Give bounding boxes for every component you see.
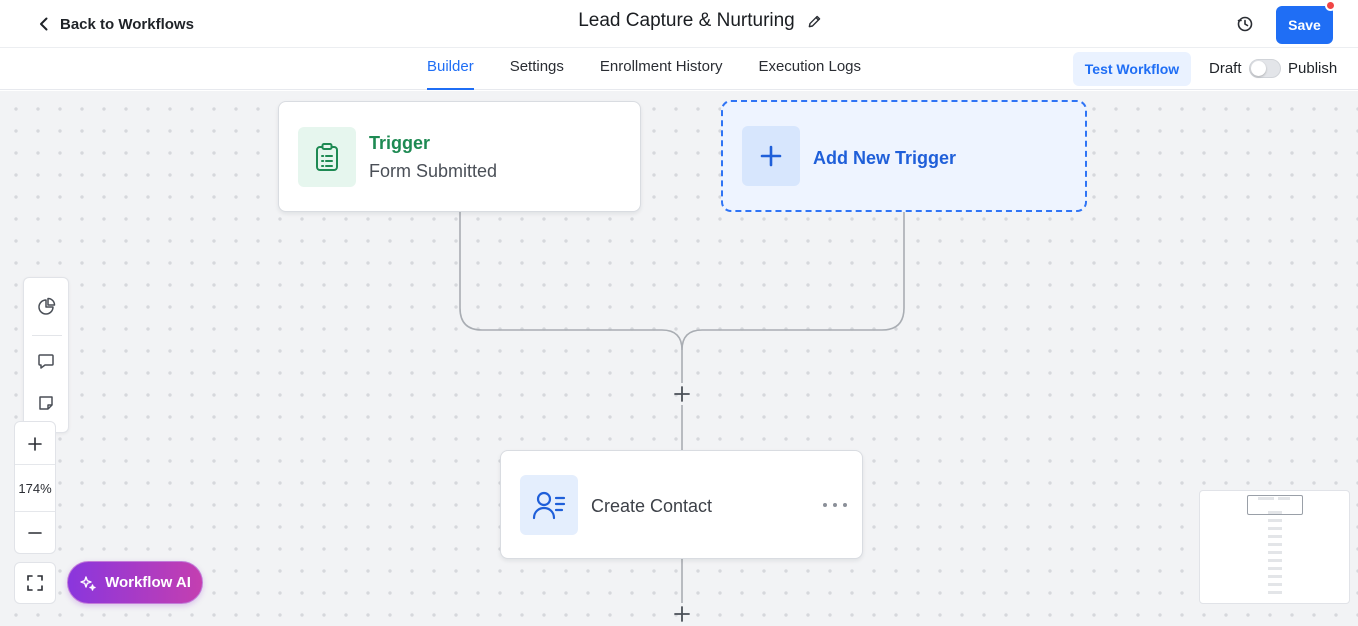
minimap-node bbox=[1268, 575, 1282, 578]
fit-to-screen-button[interactable] bbox=[14, 562, 56, 604]
create-contact-node[interactable]: Create Contact bbox=[500, 450, 863, 559]
zoom-level: 174% bbox=[15, 464, 55, 512]
action-label: Create Contact bbox=[591, 496, 713, 516]
trigger-event: Form Submitted bbox=[369, 161, 498, 181]
expand-icon bbox=[27, 575, 43, 591]
publish-label: Publish bbox=[1288, 60, 1338, 77]
minimap-node bbox=[1278, 497, 1290, 500]
toggle-knob bbox=[1251, 61, 1266, 76]
minimap-node bbox=[1268, 567, 1282, 570]
add-new-trigger-label: Add New Trigger bbox=[813, 148, 957, 168]
clipboard-icon bbox=[298, 127, 356, 187]
back-label: Back to Workflows bbox=[60, 15, 194, 33]
workflow-ai-label: Workflow AI bbox=[105, 574, 191, 591]
test-workflow-button[interactable]: Test Workflow bbox=[1073, 52, 1191, 86]
canvas-tools-panel bbox=[23, 277, 69, 433]
minimap-node bbox=[1268, 535, 1282, 538]
back-to-workflows-link[interactable]: Back to Workflows bbox=[36, 13, 194, 35]
comment-icon[interactable] bbox=[35, 350, 57, 372]
tab-enrollment-history[interactable]: Enrollment History bbox=[600, 48, 723, 90]
save-button[interactable]: Save bbox=[1276, 0, 1336, 44]
minimap-node bbox=[1268, 583, 1282, 586]
zoom-in-button[interactable] bbox=[15, 424, 55, 464]
add-step-plus-icon-bottom[interactable] bbox=[671, 603, 693, 625]
trigger-title: Trigger bbox=[369, 133, 431, 153]
minimap-node bbox=[1258, 497, 1274, 500]
tab-execution-logs[interactable]: Execution Logs bbox=[758, 48, 861, 90]
pie-chart-icon[interactable] bbox=[35, 296, 57, 318]
minimap-node bbox=[1268, 511, 1282, 514]
tab-bar: Builder Settings Enrollment History Exec… bbox=[0, 48, 1358, 90]
add-step-plus-icon[interactable] bbox=[671, 383, 693, 405]
unsaved-changes-dot bbox=[1325, 0, 1336, 11]
sticky-note-icon[interactable] bbox=[35, 392, 57, 414]
plus-icon bbox=[742, 126, 800, 186]
add-new-trigger-button[interactable]: Add New Trigger bbox=[721, 100, 1087, 212]
trigger-node[interactable]: Trigger Form Submitted bbox=[278, 101, 641, 212]
minimap-node bbox=[1268, 543, 1282, 546]
version-history-icon[interactable] bbox=[1234, 13, 1256, 35]
zoom-controls: 174% bbox=[14, 421, 56, 554]
workflow-title: Lead Capture & Nurturing bbox=[578, 10, 795, 31]
draft-label: Draft bbox=[1209, 60, 1242, 77]
top-bar: Back to Workflows Lead Capture & Nurturi… bbox=[0, 0, 1358, 48]
workflow-ai-button[interactable]: Workflow AI bbox=[67, 561, 203, 604]
workflow-canvas[interactable]: Trigger Form Submitted Add New Trigger C… bbox=[0, 91, 1358, 626]
user-list-icon bbox=[520, 475, 578, 535]
connector-add-trigger bbox=[681, 212, 905, 351]
tab-settings[interactable]: Settings bbox=[510, 48, 564, 90]
builder-tabs: Builder Settings Enrollment History Exec… bbox=[427, 48, 861, 90]
minimap-node bbox=[1268, 527, 1282, 530]
minimap-node bbox=[1268, 559, 1282, 562]
zoom-out-button[interactable] bbox=[15, 513, 55, 553]
sparkles-icon bbox=[80, 575, 96, 591]
publish-toggle[interactable] bbox=[1249, 59, 1281, 78]
tab-builder[interactable]: Builder bbox=[427, 48, 474, 90]
chevron-left-icon bbox=[40, 17, 48, 31]
minimap-node bbox=[1268, 519, 1282, 522]
minimap-node bbox=[1268, 551, 1282, 554]
save-label: Save bbox=[1288, 17, 1321, 33]
tools-divider bbox=[32, 335, 62, 336]
minimap-node bbox=[1268, 591, 1282, 594]
minimap[interactable] bbox=[1199, 490, 1350, 604]
more-options-icon[interactable] bbox=[823, 495, 847, 515]
connector-trigger bbox=[459, 212, 683, 351]
edit-title-icon[interactable] bbox=[807, 14, 822, 29]
